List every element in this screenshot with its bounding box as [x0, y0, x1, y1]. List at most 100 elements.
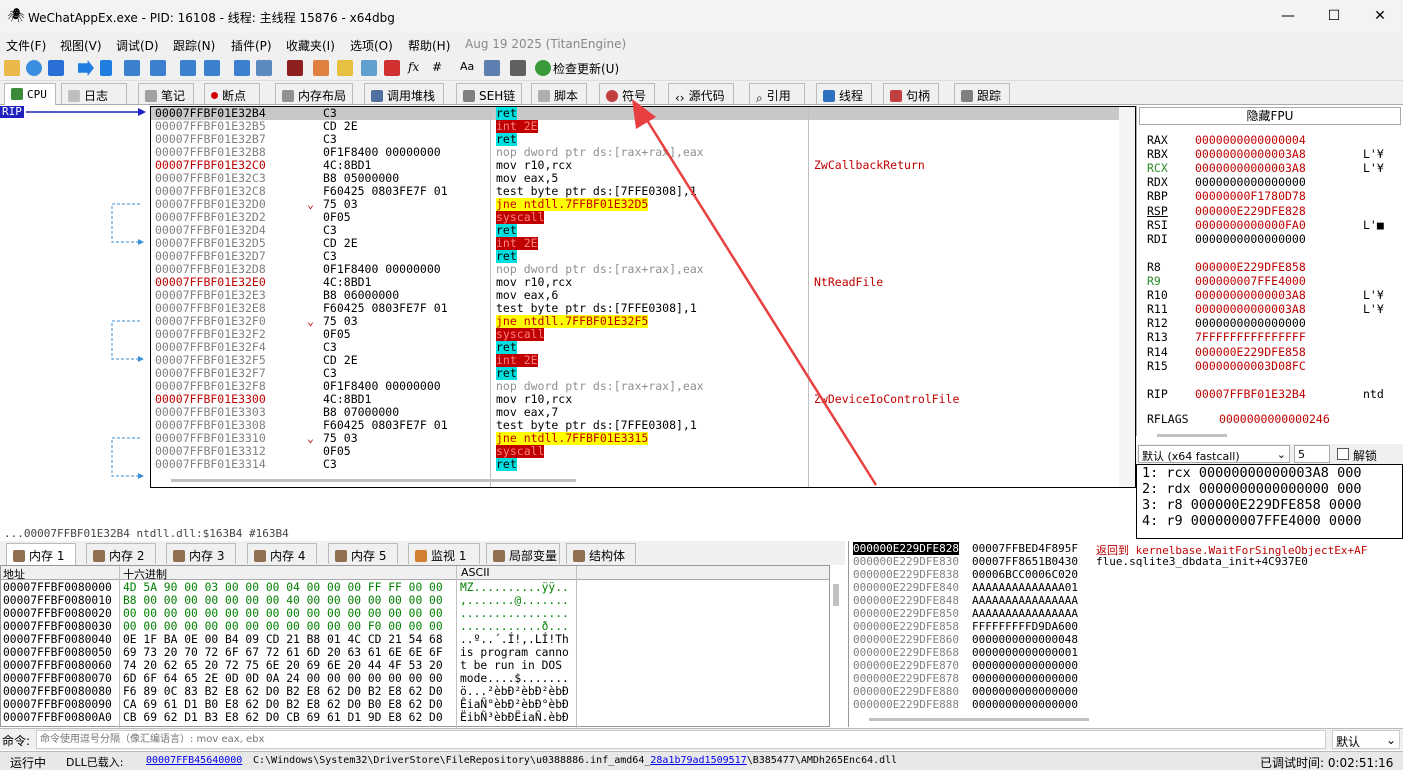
register-value[interactable]: 000000E229DFE858 — [1195, 345, 1306, 359]
disassembly-scrollbar[interactable] — [1119, 107, 1135, 487]
hide-fpu-button[interactable]: 隐藏FPU — [1139, 107, 1401, 125]
tab-dump-1[interactable]: 内存 1 — [6, 543, 76, 565]
tab-cpu[interactable]: CPU — [4, 83, 56, 105]
menu-view[interactable]: 视图(V) — [60, 37, 102, 54]
execute-till-return-icon[interactable] — [234, 60, 250, 76]
restart-icon[interactable] — [26, 60, 42, 76]
dump-scrollbar[interactable] — [833, 584, 839, 606]
run-icon[interactable] — [78, 60, 94, 76]
command-mode-select[interactable]: 默认 ⌄ — [1332, 730, 1400, 749]
stack-value[interactable]: 0000000000000000 — [972, 685, 1078, 698]
dump-hex[interactable]: 00 00 00 00 00 00 00 00 00 00 00 00 00 0… — [123, 607, 443, 620]
font-icon[interactable]: Aa — [460, 60, 474, 73]
dump-hex[interactable]: 6D 6F 64 65 2E 0D 0D 0A 24 00 00 00 00 0… — [123, 672, 443, 685]
registers-panel[interactable]: 隐藏FPU RAX 0000000000000004 RBX 000000000000… — [1136, 106, 1403, 437]
tab-memory-map[interactable]: 内存布局 — [275, 83, 353, 104]
stack-value[interactable]: 0000000000000000 — [972, 672, 1078, 685]
register-value[interactable]: 0000000000000FA0 — [1195, 218, 1306, 232]
arguments-view[interactable]: 1: rcx 00000000000003A8 000 2: rdx 00000… — [1136, 464, 1403, 539]
dll-path-link[interactable]: 28a1b79ad1509517 — [650, 755, 746, 766]
register-value[interactable]: 000000007FFE4000 — [1195, 274, 1306, 288]
dump-ascii[interactable]: ..º..´.Í!,.LÍ!Th — [460, 633, 569, 646]
minimize-button[interactable]: — — [1265, 0, 1311, 33]
calculator-icon[interactable] — [510, 60, 526, 76]
stack-value[interactable]: 00007FF8651B0430 — [972, 555, 1078, 568]
register-value[interactable]: 0000000000000000 — [1195, 232, 1306, 246]
register-value[interactable]: 0000000000000000 — [1195, 175, 1306, 189]
stack-value[interactable]: 0000000000000048 — [972, 633, 1078, 646]
globe-icon[interactable] — [535, 60, 551, 76]
stop-icon[interactable] — [48, 60, 64, 76]
dump-hex[interactable]: CA 69 61 D1 B0 E8 62 D0 B2 E8 62 D0 B0 E… — [123, 698, 443, 711]
register-value[interactable]: 00007FFBF01E32B4 — [1195, 387, 1306, 401]
tab-dump-4[interactable]: 内存 4 — [247, 543, 317, 564]
hash-icon[interactable]: # — [432, 60, 442, 74]
memory-dump-view[interactable]: 地址 十六进制 ASCII 00007FFBF0080000 4D 5A 90 0… — [0, 565, 839, 728]
stack-hscroll[interactable] — [869, 718, 1089, 721]
dump-ascii[interactable]: is program canno — [460, 646, 569, 659]
register-value[interactable]: 0000000000000004 — [1195, 133, 1306, 147]
dump-ascii[interactable]: t be run in DOS — [460, 659, 569, 672]
menu-trace[interactable]: 跟踪(N) — [173, 37, 215, 54]
check-update-button[interactable]: 检查更新(U) — [553, 60, 619, 77]
dump-ascii[interactable]: ÊiaÑ°èbÐ²èbÐ°èbÐ — [460, 698, 569, 711]
tab-dump-2[interactable]: 内存 2 — [86, 543, 156, 564]
dump-ascii[interactable]: ö...²èbÐ²èbÐ²èbÐ — [460, 685, 569, 698]
menu-debug[interactable]: 调试(D) — [116, 37, 159, 54]
patch-icon[interactable] — [287, 60, 303, 76]
register-value[interactable]: 000000E229DFE858 — [1195, 260, 1306, 274]
tab-breakpoints[interactable]: 断点 — [204, 83, 260, 104]
stack-value[interactable]: 00007FFBED4F895F — [972, 542, 1078, 555]
disassembly-hscroll[interactable] — [171, 479, 576, 482]
dump-ascii[interactable]: MZ..........ÿÿ.. — [460, 581, 569, 594]
dump-hex[interactable]: F6 89 0C 83 B2 E8 62 D0 B2 E8 62 D0 B2 E… — [123, 685, 443, 698]
arg-count-spinner[interactable]: 5 — [1294, 445, 1330, 463]
dump-ascii[interactable]: ................ — [460, 607, 569, 620]
step-into-icon[interactable] — [124, 60, 140, 76]
stack-value[interactable]: AAAAAAAAAAAAAAAA — [972, 607, 1078, 620]
register-value[interactable]: 00000000000003A8 — [1195, 288, 1306, 302]
stack-view[interactable]: 000000E229DFE828 00007FFBED4F895F 返回到 kern… — [848, 541, 1403, 727]
stack-value[interactable]: 0000000000000000 — [972, 659, 1078, 672]
stack-value[interactable]: 00006BCC0006C020 — [972, 568, 1078, 581]
stack-value[interactable]: AAAAAAAAAAAAAA01 — [972, 581, 1078, 594]
pause-icon[interactable] — [100, 60, 112, 76]
comments-icon[interactable] — [313, 60, 329, 76]
dump-hex[interactable]: CB 69 62 D1 B3 E8 62 D0 CB 69 61 D1 9D E… — [123, 711, 443, 724]
dump-hex[interactable]: 0E 1F BA 0E 00 B4 09 CD 21 B8 01 4C CD 2… — [123, 633, 443, 646]
tab-log[interactable]: 日志 — [61, 83, 127, 104]
callconv-select[interactable]: 默认 (x64 fastcall) ⌄ — [1138, 445, 1290, 463]
menu-options[interactable]: 选项(O) — [350, 37, 393, 54]
fx-icon[interactable]: fx — [408, 60, 419, 74]
register-value[interactable]: 00000000003D08FC — [1195, 359, 1306, 373]
tab-call-stack[interactable]: 调用堆栈 — [364, 83, 444, 104]
register-value[interactable]: 00000000F1780D78 — [1195, 189, 1306, 203]
open-icon[interactable] — [4, 60, 20, 76]
bookmarks-icon[interactable] — [361, 60, 377, 76]
dump-ascii[interactable]: mode....$....... — [460, 672, 569, 685]
close-button[interactable]: ✕ — [1357, 0, 1403, 33]
register-hscroll[interactable] — [1157, 434, 1227, 437]
rflags-value[interactable]: 0000000000000246 — [1219, 412, 1330, 426]
unlock-checkbox[interactable] — [1337, 448, 1349, 460]
tab-trace[interactable]: 跟踪 — [954, 83, 1010, 104]
dump-ascii[interactable]: ËibÑ³èbÐËiaÑ.èbÐ — [460, 711, 569, 724]
step-over-icon[interactable] — [150, 60, 166, 76]
dump-hex[interactable]: 69 73 20 70 72 6F 67 72 61 6D 20 63 61 6… — [123, 646, 443, 659]
tab-dump-3[interactable]: 内存 3 — [166, 543, 236, 564]
stack-value[interactable]: AAAAAAAAAAAAAAAA — [972, 594, 1078, 607]
settings-icon[interactable] — [484, 60, 500, 76]
tab-watch-1[interactable]: 监视 1 — [408, 543, 480, 564]
command-input[interactable] — [36, 730, 1326, 749]
dump-hex[interactable]: 74 20 62 65 20 72 75 6E 20 69 6E 20 44 4… — [123, 659, 443, 672]
trace-into-icon[interactable] — [180, 60, 196, 76]
tab-notes[interactable]: 笔记 — [138, 83, 194, 104]
tab-struct[interactable]: 结构体 — [566, 543, 636, 564]
functions-icon[interactable] — [384, 60, 400, 76]
dump-ascii[interactable]: ,.......@....... — [460, 594, 569, 607]
register-value[interactable]: 00000000000003A8 — [1195, 302, 1306, 316]
register-value[interactable]: 000000E229DFE828 — [1195, 204, 1306, 218]
dump-hex[interactable]: 4D 5A 90 00 03 00 00 00 04 00 00 00 FF F… — [123, 581, 443, 594]
menu-favourites[interactable]: 收藏夹(I) — [286, 37, 335, 54]
run-to-user-code-icon[interactable] — [256, 60, 272, 76]
